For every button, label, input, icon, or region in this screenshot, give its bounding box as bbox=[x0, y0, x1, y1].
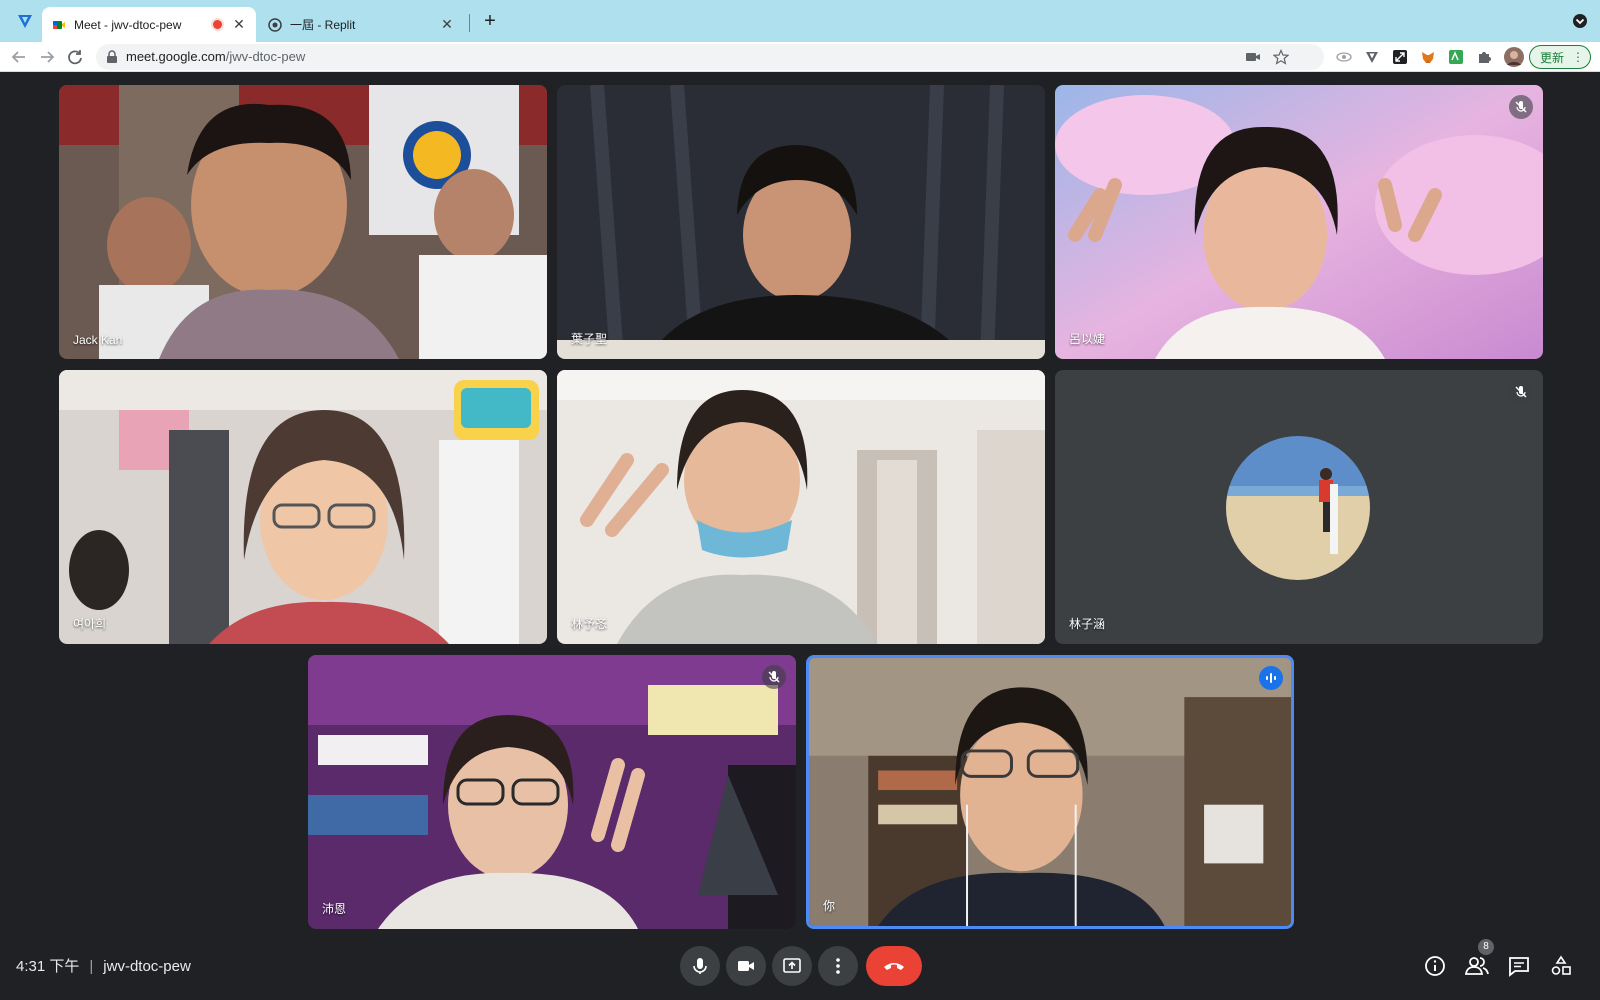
forward-icon[interactable] bbox=[36, 46, 58, 68]
participant-tile-self[interactable]: 你 bbox=[806, 655, 1294, 929]
profile-avatar[interactable] bbox=[1504, 47, 1524, 67]
expand-extension-icon[interactable] bbox=[1392, 49, 1408, 65]
extensions-icon[interactable] bbox=[1476, 49, 1492, 65]
metamask-icon[interactable] bbox=[1420, 49, 1436, 65]
new-tab-button[interactable]: + bbox=[478, 9, 502, 33]
translate-extension-icon[interactable] bbox=[1448, 49, 1464, 65]
participant-name: 여아희 bbox=[73, 617, 107, 631]
tab-replit[interactable]: 一屆 - Replit ✕ bbox=[258, 7, 464, 42]
participant-tile[interactable]: 呂以婕 bbox=[1055, 85, 1543, 359]
participant-video bbox=[59, 370, 547, 644]
participant-tile[interactable]: 葉子聖 bbox=[557, 85, 1045, 359]
participant-tile[interactable]: 여아희 bbox=[59, 370, 547, 644]
microphone-button[interactable] bbox=[680, 946, 720, 986]
replit-icon bbox=[268, 17, 282, 32]
participant-video bbox=[557, 85, 1045, 359]
recording-indicator-icon bbox=[213, 20, 222, 29]
back-icon[interactable] bbox=[8, 46, 30, 68]
chat-icon bbox=[1509, 957, 1529, 977]
leave-call-button[interactable] bbox=[866, 946, 922, 986]
participant-video bbox=[308, 655, 796, 929]
camera-button[interactable] bbox=[726, 946, 766, 986]
current-time: 4:31 下午 bbox=[16, 958, 80, 975]
close-tab-icon[interactable]: ✕ bbox=[232, 16, 246, 33]
participant-name: 葉子聖 bbox=[571, 332, 608, 346]
people-count-badge: 8 bbox=[1478, 939, 1494, 955]
mic-muted-icon bbox=[1509, 380, 1533, 404]
mic-muted-icon bbox=[1509, 95, 1533, 119]
tab-title: 一屆 - Replit bbox=[290, 18, 356, 32]
participant-name: 沛恩 bbox=[322, 902, 347, 916]
participant-video bbox=[557, 370, 1045, 644]
participant-video bbox=[1055, 85, 1543, 359]
participant-tile[interactable]: 林予忞 bbox=[557, 370, 1045, 644]
meeting-code: jwv-dtoc-pew bbox=[103, 958, 191, 975]
activities-icon bbox=[1551, 955, 1571, 975]
participant-name: 呂以婕 bbox=[1069, 332, 1106, 346]
microphone-icon bbox=[693, 958, 707, 974]
update-button[interactable]: 更新 ⋮ bbox=[1529, 45, 1591, 69]
tab-divider bbox=[469, 14, 470, 32]
star-icon[interactable] bbox=[1273, 49, 1289, 65]
activities-button[interactable] bbox=[1548, 953, 1574, 979]
url-text: meet.google.com/jwv-dtoc-pew bbox=[126, 49, 305, 64]
chat-button[interactable] bbox=[1506, 953, 1532, 979]
tab-title: Meet - jwv-dtoc-pew bbox=[74, 17, 182, 32]
vpn-extension-icon[interactable] bbox=[1364, 49, 1380, 65]
vpn-extension-icon[interactable] bbox=[16, 12, 34, 30]
update-label: 更新 bbox=[1540, 50, 1565, 65]
participant-video bbox=[59, 85, 547, 359]
more-vert-icon bbox=[836, 958, 840, 974]
close-tab-icon[interactable]: ✕ bbox=[440, 16, 454, 33]
participant-name: Jack Kan bbox=[73, 333, 123, 347]
url-path: /jwv-dtoc-pew bbox=[225, 49, 306, 64]
reload-icon[interactable] bbox=[64, 46, 86, 68]
browser-tab-strip: Meet - jwv-dtoc-pew ✕ 一屆 - Replit ✕ + bbox=[0, 0, 1600, 42]
address-bar[interactable]: meet.google.com/jwv-dtoc-pew bbox=[96, 44, 1324, 70]
google-meet-icon bbox=[53, 20, 65, 29]
participant-tile[interactable]: 沛恩 bbox=[308, 655, 796, 929]
end-call-icon bbox=[884, 963, 904, 970]
people-button[interactable] bbox=[1464, 953, 1490, 979]
participant-tile[interactable]: 林子涵 bbox=[1055, 370, 1543, 644]
tab-meet[interactable]: Meet - jwv-dtoc-pew ✕ bbox=[42, 7, 256, 42]
camera-blocked-icon[interactable] bbox=[1245, 49, 1261, 65]
eye-extension-icon[interactable] bbox=[1336, 49, 1352, 65]
participant-avatar bbox=[1226, 436, 1370, 580]
camera-icon bbox=[738, 961, 754, 971]
present-screen-icon bbox=[783, 958, 801, 973]
speaking-indicator-icon bbox=[1259, 666, 1283, 690]
tab-search-icon[interactable] bbox=[1572, 13, 1588, 29]
info-icon bbox=[1425, 956, 1445, 976]
mic-muted-icon bbox=[762, 665, 786, 689]
present-screen-button[interactable] bbox=[772, 946, 812, 986]
meeting-info: 4:31 下午 | jwv-dtoc-pew bbox=[16, 955, 191, 976]
more-menu-icon: ⋮ bbox=[1572, 50, 1585, 64]
participant-video bbox=[809, 658, 1291, 926]
participant-name: 林子涵 bbox=[1069, 617, 1106, 631]
participant-name: 你 bbox=[823, 899, 836, 913]
more-options-button[interactable] bbox=[818, 946, 858, 986]
browser-toolbar: meet.google.com/jwv-dtoc-pew 更新 ⋮ bbox=[0, 42, 1600, 72]
participant-tile[interactable]: Jack Kan bbox=[59, 85, 547, 359]
participant-name: 林予忞 bbox=[571, 617, 608, 631]
people-icon bbox=[1465, 957, 1489, 975]
meeting-details-button[interactable] bbox=[1422, 953, 1448, 979]
divider: | bbox=[89, 958, 94, 975]
url-host: meet.google.com bbox=[126, 49, 226, 64]
lock-icon[interactable] bbox=[106, 50, 118, 64]
